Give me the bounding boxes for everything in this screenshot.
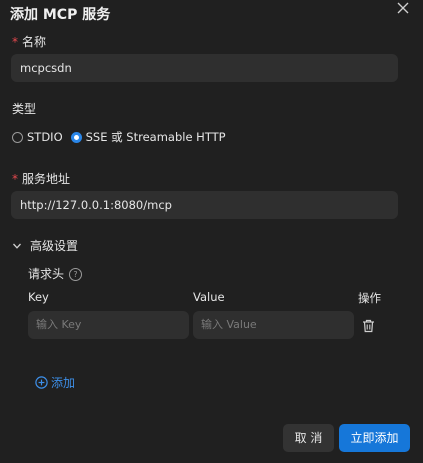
address-input[interactable]: http://127.0.0.1:8080/mcp [11,191,398,219]
submit-button[interactable]: 立即添加 [339,424,410,452]
column-header-value: Value [193,290,225,304]
type-option-stdio-label: STDIO [27,130,63,144]
type-option-stdio[interactable]: STDIO [12,130,63,144]
header-key-input[interactable]: 输入 Key [28,311,189,339]
trash-icon [363,319,374,333]
cancel-button[interactable]: 取 消 [283,424,334,452]
name-input[interactable]: mcpcsdn [11,54,398,82]
type-radio-group: STDIO SSE 或 Streamable HTTP [12,129,234,145]
delete-row-button[interactable] [362,318,375,337]
type-label: 类型 [12,102,37,116]
add-header-label: 添加 [51,376,76,390]
dialog-title: 添加 MCP 服务 [10,7,111,23]
type-option-sse[interactable]: SSE 或 Streamable HTTP [70,129,226,145]
add-header-button[interactable]: 添加 [35,374,75,391]
advanced-settings-label: 高级设置 [30,239,79,253]
header-value-input[interactable]: 输入 Value [193,311,354,339]
required-mark: * [12,35,18,49]
column-header-actions: 操作 [358,291,381,305]
address-label: 服务地址 [22,172,71,186]
close-icon[interactable] [396,0,410,14]
advanced-settings-toggle[interactable]: 高级设置 [12,237,78,254]
required-mark: * [12,172,18,186]
name-label: 名称 [22,35,47,49]
headers-label-row: 请求头? [28,265,83,282]
help-icon[interactable]: ? [69,268,83,281]
add-mcp-dialog: 添加 MCP 服务 * 名称 mcpcsdn 类型 STDIO SSE 或 Str… [0,0,423,463]
address-label-row: * 服务地址 [12,170,70,187]
column-header-key: Key [28,290,49,304]
chevron-down-icon [13,243,21,249]
plus-circle-icon [35,376,48,389]
type-option-sse-label: SSE 或 Streamable HTTP [85,130,226,144]
name-label-row: * 名称 [12,33,46,50]
radio-checked-icon[interactable] [70,131,82,143]
headers-label: 请求头 [28,267,65,281]
radio-unchecked-icon[interactable] [12,131,23,143]
